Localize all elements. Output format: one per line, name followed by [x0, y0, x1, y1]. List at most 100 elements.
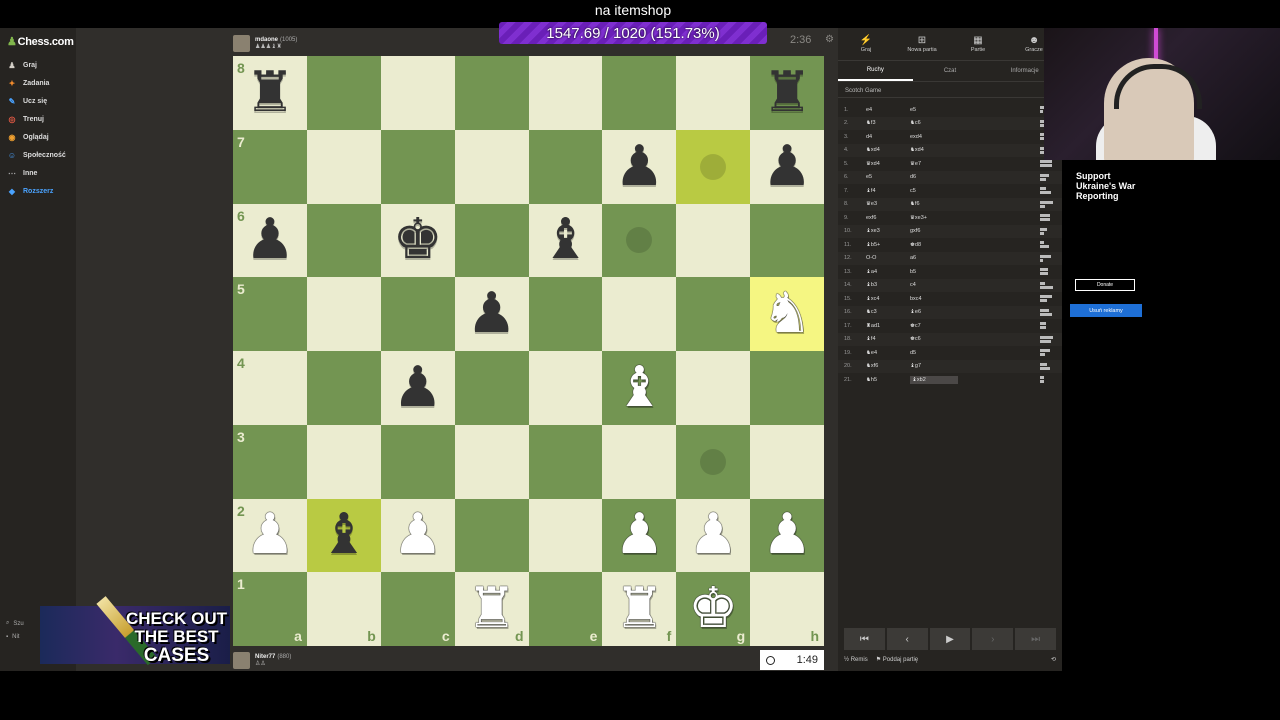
white-move[interactable]: e4: [866, 107, 910, 113]
black-move[interactable]: exd4: [910, 134, 954, 140]
play-icon[interactable]: ▶: [929, 628, 971, 650]
first-move-icon[interactable]: ⏮: [844, 628, 885, 650]
draw-button[interactable]: ½ Remis: [844, 657, 868, 663]
square-c5[interactable]: [380, 277, 455, 351]
square-b8[interactable]: [306, 56, 381, 130]
white-move[interactable]: ♞h5: [866, 377, 910, 383]
black-move[interactable]: e5: [910, 107, 954, 113]
panel-subtab[interactable]: Ruchy: [838, 61, 913, 81]
black-move[interactable]: b5: [910, 269, 954, 275]
sidebar-item[interactable]: ✦ Zadania: [0, 74, 76, 92]
legal-move-dot[interactable]: [700, 153, 727, 180]
square-a8[interactable]: ♜ 8: [233, 56, 307, 130]
sidebar-item[interactable]: ⋯ Inne: [0, 164, 76, 182]
black-move[interactable]: ♛xe3+: [910, 215, 954, 221]
square-a3[interactable]: 3: [233, 424, 307, 499]
square-f1[interactable]: ♜ f: [602, 572, 677, 646]
black-move[interactable]: ♚c7: [910, 323, 954, 329]
square-f5[interactable]: [602, 277, 677, 351]
square-d1[interactable]: ♜ d: [454, 572, 529, 646]
player-info[interactable]: Niter77 (880) ♙♙: [233, 650, 291, 670]
square-h6[interactable]: [750, 203, 824, 278]
square-c1[interactable]: c: [380, 572, 455, 646]
square-d8[interactable]: [454, 56, 529, 130]
square-g6[interactable]: [676, 203, 751, 278]
white-move[interactable]: ♝b5+: [866, 242, 910, 248]
chesscom-logo[interactable]: ♟Chess.com: [7, 35, 74, 48]
square-h5[interactable]: ♞: [750, 277, 824, 351]
white-knight-icon[interactable]: ♞: [762, 286, 812, 342]
next-move-icon[interactable]: ›: [972, 628, 1014, 650]
white-pawn-icon[interactable]: ♟: [393, 507, 443, 563]
black-move[interactable]: c4: [910, 282, 954, 288]
black-bishop-icon[interactable]: ♝: [319, 507, 369, 563]
black-move[interactable]: d6: [910, 174, 954, 180]
white-rook-icon[interactable]: ♜: [614, 581, 664, 637]
sidebar-item[interactable]: ◉ Oglądaj: [0, 128, 76, 146]
black-move[interactable]: ♚d8: [910, 242, 954, 248]
sidebar-item[interactable]: ◎ Trenuj: [0, 110, 76, 128]
sidebar-item[interactable]: ♟ Graj: [0, 56, 76, 74]
legal-move-dot[interactable]: [626, 227, 653, 254]
black-move[interactable]: ♝e6: [910, 309, 954, 315]
panel-tab[interactable]: ⚡ Graj: [838, 28, 894, 60]
square-h2[interactable]: ♟: [750, 498, 824, 573]
white-move[interactable]: d4: [866, 134, 910, 140]
ad-banner[interactable]: Support Ukraine's War Reporting Donate: [1069, 164, 1142, 318]
flip-board-icon[interactable]: ⟲: [1051, 656, 1056, 663]
square-f7[interactable]: ♟: [602, 129, 677, 204]
square-a6[interactable]: ♟ 6: [233, 203, 307, 278]
square-c8[interactable]: [380, 56, 455, 130]
black-pawn-icon[interactable]: ♟: [245, 212, 295, 268]
square-b4[interactable]: [306, 351, 381, 425]
square-g3[interactable]: [676, 424, 751, 499]
opponent-info[interactable]: mdaone (1005) ♟♟♟♝♜: [233, 33, 297, 53]
square-a2[interactable]: ♟ 2: [233, 498, 307, 573]
square-h1[interactable]: h: [750, 572, 824, 646]
square-g1[interactable]: ♚ g: [676, 572, 751, 646]
search-item[interactable]: ⌕ Szu: [6, 617, 24, 630]
square-f4[interactable]: ♝: [602, 351, 677, 425]
settings-gear-icon[interactable]: ⚙: [825, 34, 834, 45]
square-e6[interactable]: ♝: [528, 203, 603, 278]
square-e8[interactable]: [528, 56, 603, 130]
black-king-icon[interactable]: ♚: [393, 212, 443, 268]
black-move[interactable]: ♞c6: [910, 120, 954, 126]
white-move[interactable]: exf6: [866, 215, 910, 221]
square-f2[interactable]: ♟: [602, 498, 677, 573]
white-move[interactable]: ♝f4: [866, 336, 910, 342]
square-c6[interactable]: ♚: [380, 203, 455, 278]
white-rook-icon[interactable]: ♜: [466, 581, 516, 637]
square-g5[interactable]: [676, 277, 751, 351]
square-b6[interactable]: [306, 203, 381, 278]
square-e1[interactable]: e: [528, 572, 603, 646]
square-c7[interactable]: [380, 129, 455, 204]
remove-ads-button[interactable]: Usuń reklamy: [1070, 304, 1142, 317]
white-move[interactable]: ♝f4: [866, 188, 910, 194]
square-a7[interactable]: 7: [233, 129, 307, 204]
black-pawn-icon[interactable]: ♟: [762, 138, 812, 195]
white-move[interactable]: ♝xc4: [866, 296, 910, 302]
square-e3[interactable]: [528, 424, 603, 499]
white-move[interactable]: ♞c3: [866, 309, 910, 315]
legal-move-dot[interactable]: [700, 448, 727, 475]
white-move[interactable]: ♛xd4: [866, 161, 910, 167]
square-g2[interactable]: ♟: [676, 498, 751, 573]
white-move[interactable]: O-O: [866, 255, 910, 261]
square-f8[interactable]: [602, 56, 677, 130]
square-b3[interactable]: [306, 424, 381, 499]
square-b2[interactable]: ♝: [306, 498, 381, 573]
square-b7[interactable]: [306, 129, 381, 204]
black-pawn-icon[interactable]: ♟: [393, 359, 443, 416]
square-e7[interactable]: [528, 129, 603, 204]
white-move[interactable]: ♝xe3: [866, 228, 910, 234]
sidebar-item[interactable]: ☺ Społeczność: [0, 146, 76, 164]
square-h3[interactable]: [750, 424, 824, 499]
white-move[interactable]: ♜ad1: [866, 323, 910, 329]
white-king-icon[interactable]: ♚: [688, 581, 738, 637]
square-c2[interactable]: ♟: [380, 498, 455, 573]
last-move-icon[interactable]: ⏭: [1015, 628, 1056, 650]
resign-button[interactable]: ⚑ Poddaj partię: [876, 656, 918, 663]
white-bishop-icon[interactable]: ♝: [614, 359, 664, 416]
square-d2[interactable]: [454, 498, 529, 573]
